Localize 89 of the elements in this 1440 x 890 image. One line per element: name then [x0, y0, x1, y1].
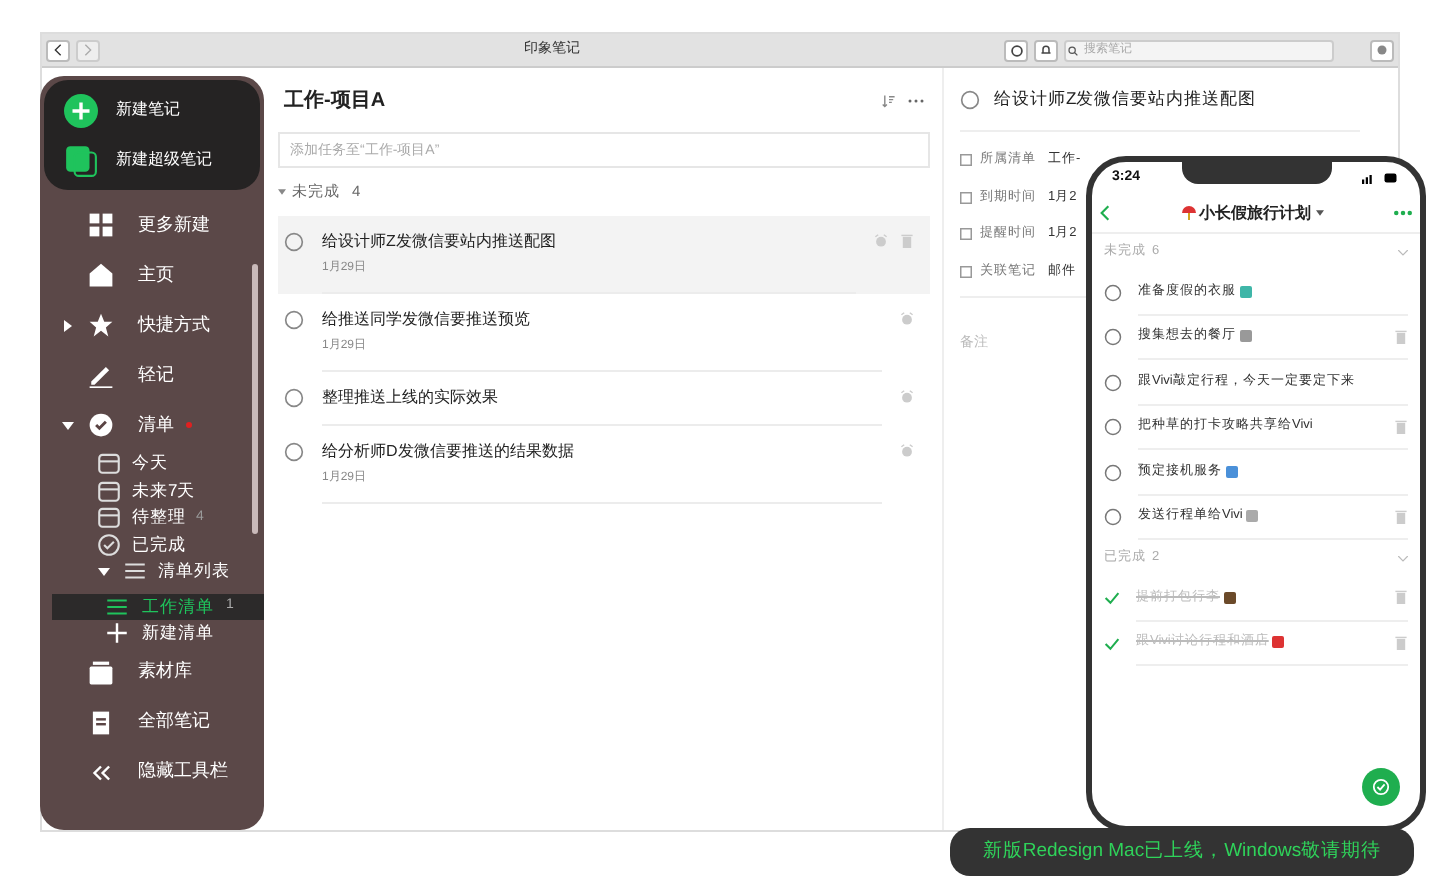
star-icon	[88, 312, 114, 338]
back-button[interactable]	[46, 39, 70, 61]
task-title: 给设计师Z发微信要站内推送配图	[322, 230, 558, 254]
sidebar-item[interactable]: 全部笔记	[52, 697, 264, 747]
emoji-icon	[1272, 636, 1285, 649]
task-title: 给设计师Z发微信要站内推送配图	[994, 86, 1257, 112]
grid-icon	[88, 212, 114, 238]
check-circle-icon	[1372, 778, 1390, 796]
back-icon[interactable]	[1100, 204, 1110, 222]
chevron-icon[interactable]	[1398, 555, 1408, 561]
list-icon	[104, 593, 130, 620]
checkbox-icon[interactable]	[1104, 373, 1122, 392]
sidebar-item[interactable]: 素材库	[52, 647, 264, 697]
sidebar-item[interactable]: 新建清单	[52, 620, 264, 647]
chevron-right-icon	[84, 44, 92, 56]
sidebar-item[interactable]: 清单	[52, 400, 264, 450]
field-icon	[960, 265, 972, 278]
emoji-icon	[1224, 591, 1236, 604]
task-title: 整理推送上线的实际效果	[322, 386, 500, 410]
checkbox-icon[interactable]	[1104, 463, 1122, 482]
plus-icon	[104, 620, 130, 647]
inbox-icon	[96, 504, 122, 531]
field-icon	[960, 228, 972, 241]
checkbox-icon[interactable]	[1104, 283, 1122, 302]
scrollbar[interactable]	[252, 264, 258, 534]
checkbox-icon[interactable]	[284, 232, 304, 252]
sidebar-item[interactable]: 未来7天	[52, 477, 264, 504]
checkbox-icon[interactable]	[960, 89, 980, 109]
sidebar-item[interactable]: 主页	[52, 250, 264, 300]
plus-icon	[64, 93, 98, 127]
caret-icon[interactable]	[278, 188, 286, 196]
checkbox-icon[interactable]	[284, 388, 304, 408]
day-icon	[96, 450, 122, 477]
caret-icon[interactable]	[60, 317, 76, 333]
status-icons	[1360, 172, 1400, 184]
account-button[interactable]	[1370, 39, 1394, 61]
emoji-icon	[1246, 510, 1259, 523]
search-icon	[1068, 45, 1078, 55]
sidebar-item[interactable]: 轻记	[52, 350, 264, 400]
sync-icon	[1009, 43, 1023, 57]
sidebar-item[interactable]: 快捷方式	[52, 300, 264, 350]
box-icon	[88, 659, 114, 685]
notes-icon	[88, 709, 114, 735]
sidebar-item[interactable]: 今天	[52, 450, 264, 477]
caret-icon[interactable]	[60, 417, 76, 433]
bell-button[interactable]	[1034, 39, 1058, 61]
new-note-action[interactable]: 新建笔记	[44, 92, 260, 128]
document-icon	[64, 143, 98, 177]
list-title: 工作-项目A	[284, 87, 388, 115]
task-title: 给推送同学发微信要推送预览	[322, 308, 532, 332]
checkmark-icon[interactable]	[1104, 635, 1120, 652]
emoji-icon	[1240, 330, 1252, 343]
task-row[interactable]: 整理推送上线的实际效果	[278, 372, 930, 426]
week-icon	[96, 477, 122, 504]
checkbox-icon[interactable]	[1104, 418, 1122, 437]
sync-button[interactable]	[1004, 39, 1028, 61]
checkbox-icon[interactable]	[284, 442, 304, 462]
sidebar-item[interactable]: 隐藏工具栏	[52, 747, 264, 797]
umbrella-icon	[1181, 206, 1195, 220]
sort-icon[interactable]	[882, 93, 896, 107]
task-title: 给分析师D发微信要推送的结果数据	[322, 440, 576, 464]
phone-title: 小长假旅行计划	[1199, 201, 1311, 225]
more-icon[interactable]	[1394, 210, 1412, 216]
bell-icon	[1040, 44, 1052, 56]
more-icon[interactable]	[908, 97, 924, 103]
pen-icon	[88, 362, 114, 388]
emoji-icon	[1240, 285, 1252, 298]
chevron-left-icon	[54, 44, 62, 56]
home-icon	[88, 262, 114, 288]
list-icon	[122, 558, 148, 585]
sidebar-item[interactable]: 已完成	[52, 531, 264, 558]
caret-icon[interactable]	[1315, 210, 1323, 216]
add-task-button[interactable]	[1362, 768, 1400, 806]
caret-icon[interactable]	[96, 563, 112, 580]
checkbox-icon[interactable]	[1104, 328, 1122, 347]
sidebar-item[interactable]: 清单列表	[52, 558, 264, 585]
field-icon	[960, 191, 972, 204]
done-icon	[96, 531, 122, 558]
emoji-icon	[1226, 465, 1238, 478]
sidebar-item[interactable]: 更多新建	[52, 200, 264, 250]
banner-text: 新版Redesign Mac已上线，Windows敬请期待	[982, 837, 1382, 866]
checkbox-icon[interactable]	[1104, 508, 1122, 527]
new-note-action[interactable]: 新建超级笔记	[44, 142, 260, 178]
field-icon	[960, 154, 972, 167]
checkmark-icon[interactable]	[1104, 590, 1120, 607]
check-icon	[88, 412, 114, 438]
chevron-icon[interactable]	[1398, 249, 1408, 255]
checkbox-icon[interactable]	[284, 310, 304, 330]
avatar-icon	[1376, 44, 1388, 56]
